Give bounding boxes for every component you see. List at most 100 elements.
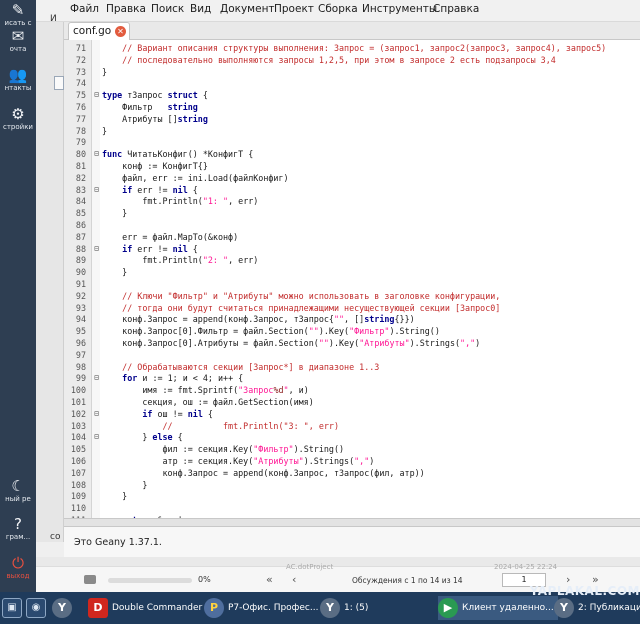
line-number: 77 [75,113,86,124]
taskbar-double-commander[interactable]: D Double Commander [88,596,202,620]
code-line[interactable]: 73} [64,66,640,78]
menu-help[interactable]: Справка [433,3,479,15]
sidebar-item-night-mode[interactable]: ☾ ный ре [0,478,36,504]
code-line[interactable]: 110 [64,502,640,514]
code-line[interactable]: 76 Фильтр string [64,101,640,113]
taskbar-ya-launcher[interactable]: Y [52,596,76,620]
sidebar-item-mail[interactable]: ✉ очта [0,28,36,54]
code-line[interactable]: 108 } [64,479,640,491]
code-line[interactable]: 95 конф.Запрос[0].Фильтр = файл.Section(… [64,325,640,337]
code-line[interactable]: 88 ⊟ if err != nil { [64,243,640,255]
code-token: , err) [228,255,259,266]
code-token: } [102,267,128,278]
code-line[interactable]: 105 фил := секция.Key("Фильтр").String() [64,443,640,455]
code-line[interactable]: 104 ⊟ } else { [64,431,640,443]
code-token: } [102,208,128,219]
code-line[interactable]: 100 имя := fmt.Sprintf("Запрос%d", и) [64,384,640,396]
code-token: конф.Запрос = append(конф.Запрос, тЗапро… [102,467,425,478]
code-text: } [102,207,127,219]
fold-marker-icon[interactable]: ⊟ [93,89,100,101]
taskbar-ya-window-1[interactable]: Y 1: (5) [320,596,368,620]
code-line[interactable]: 86 [64,219,640,231]
code-line[interactable]: 94 конф.Запрос = append(конф.Запрос, тЗа… [64,313,640,325]
menu-project[interactable]: Проект [274,3,314,15]
menu-document[interactable]: Документ [220,3,275,15]
panel-splitter[interactable] [64,518,640,527]
code-line[interactable]: 78} [64,125,640,137]
code-line[interactable]: 85 } [64,207,640,219]
code-line[interactable]: 71 // Вариант описания структуры выполне… [64,42,640,54]
code-line[interactable]: 98 // Обрабатываются секции [Запрос*] в … [64,361,640,373]
sidebar-item-settings[interactable]: ⚙ стройки [0,106,36,132]
code-text: конф.Запрос = append(конф.Запрос, тЗапро… [102,467,425,479]
code-line[interactable]: 72 // последовательно выполняются запрос… [64,54,640,66]
tab-conf-go[interactable]: conf.go ✕ [68,22,130,40]
fold-marker-icon[interactable]: ⊟ [93,243,100,255]
code-line[interactable]: 106 атр := секция.Key("Атрибуты").String… [64,455,640,467]
code-token: ) [475,338,481,348]
code-line[interactable]: 84 fmt.Println("1: ", err) [64,195,640,207]
prev-page-button[interactable]: ‹ [292,573,296,586]
menu-search[interactable]: Поиск [151,3,184,15]
code-line[interactable]: 80 ⊟ func ЧитатьКонфиг() *КонфигТ { [64,148,640,160]
menu-build[interactable]: Сборка [318,3,358,15]
sidebar-item-label: очта [9,45,27,53]
fold-marker-icon[interactable]: ⊟ [93,148,100,160]
code-line[interactable]: 91 [64,278,640,290]
fold-marker-icon[interactable]: ⊟ [93,408,100,420]
taskbar-r7-office[interactable]: P Р7-Офис. Профес... [204,596,318,620]
sidebar-item-program[interactable]: ? грам... [0,516,36,542]
code-line[interactable]: 92 // Ключи "Фильтр" и "Атрибуты" можно … [64,290,640,302]
menu-file[interactable]: Файл [70,3,99,15]
code-token: struct [167,90,198,101]
taskbar-label: 2: Публикации [578,603,640,613]
code-token: } [102,479,148,490]
sidebar-item-compose[interactable]: ✎ исать с [0,2,36,28]
code-line[interactable]: 83 ⊟ if err != nil { [64,184,640,196]
side-panel-tab[interactable] [54,76,64,90]
code-line[interactable]: 74 [64,77,640,89]
code-line[interactable]: 107 конф.Запрос = append(конф.Запрос, тЗ… [64,467,640,479]
code-line[interactable]: 87 err = файл.MapTo(&конф) [64,231,640,243]
code-editor[interactable]: 71 // Вариант описания структуры выполне… [64,40,640,518]
sidebar-panel: И со [36,14,64,542]
sidebar-item-logout[interactable]: ⏻ выход [0,555,36,581]
code-line[interactable]: 93 // тогда они будут считаться принадле… [64,302,640,314]
code-line[interactable]: 82 файл, err := ini.Load(файлКонфиг) [64,172,640,184]
code-line[interactable]: 109 } [64,490,640,502]
fold-marker-icon[interactable]: ⊟ [93,184,100,196]
sidebar-item-contacts[interactable]: 👥 нтакты [0,67,36,93]
code-line[interactable]: 102 ⊟ if ош != nil { [64,408,640,420]
code-line[interactable]: 101 секция, ош := файл.GetSection(имя) [64,396,640,408]
window-icon[interactable]: ▣ [2,598,22,618]
code-token: // тогда они будут считаться принадлежащ… [102,302,501,313]
code-text: fmt.Println("2: ", err) [102,254,258,266]
sidebar-item-label: грам... [5,533,31,541]
code-token: конф.Запрос[0].Фильтр = файл.Section( [102,326,309,337]
first-page-button[interactable]: « [266,573,273,586]
code-line[interactable]: 89 fmt.Println("2: ", err) [64,254,640,266]
line-number: 78 [75,125,86,136]
code-token: "Фильтр" [253,444,294,455]
ya-icon: Y [52,597,72,618]
menu-edit[interactable]: Правка [106,3,146,15]
code-line[interactable]: 103 // fmt.Println("3: ", err) [64,420,640,432]
line-number: 72 [75,54,86,65]
code-line[interactable]: 90 } [64,266,640,278]
fold-marker-icon[interactable]: ⊟ [93,431,100,443]
fold-marker-icon[interactable]: ⊟ [93,372,100,384]
yandex-icon[interactable]: ◉ [26,598,46,618]
menu-tools[interactable]: Инструменты [362,3,437,15]
code-text: func ЧитатьКонфиг() *КонфигТ { [102,148,253,160]
code-line[interactable]: 97 [64,349,640,361]
code-line[interactable]: 96 конф.Запрос[0].Атрибуты = файл.Sectio… [64,337,640,349]
code-line[interactable]: 99 ⊟ for и := 1; и < 4; и++ { [64,372,640,384]
code-line[interactable]: 79 [64,136,640,148]
code-token: ЧитатьКонфиг() *КонфигТ { [122,149,254,160]
menu-view[interactable]: Вид [190,3,211,15]
close-icon[interactable]: ✕ [115,26,126,37]
code-line[interactable]: 77 Атрибуты []string [64,113,640,125]
code-line[interactable]: 81 конф := КонфигТ{} [64,160,640,172]
code-line[interactable]: 75 ⊟ type тЗапрос struct { [64,89,640,101]
